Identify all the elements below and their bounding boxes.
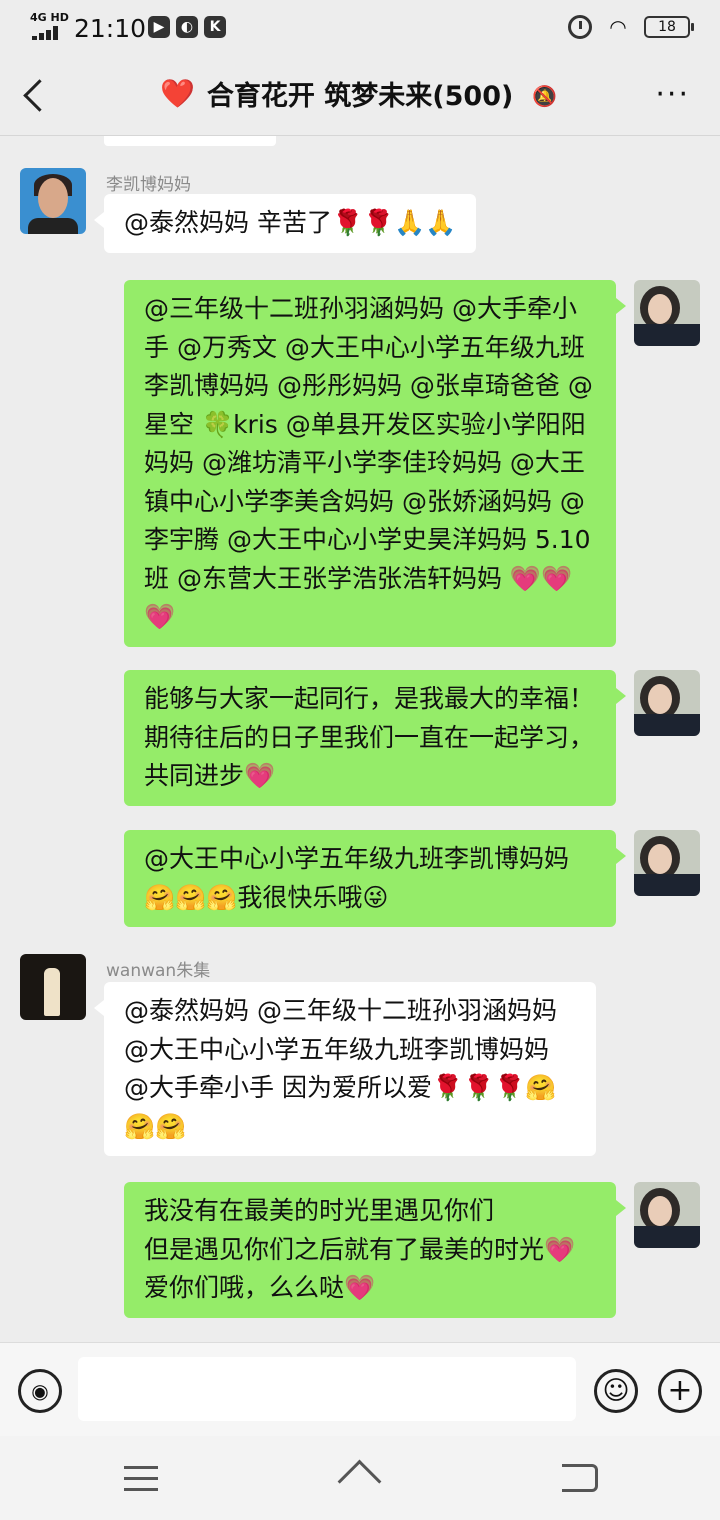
video-app-icon: ▶ [148, 16, 170, 38]
system-back-button[interactable] [562, 1464, 598, 1492]
message-bubble[interactable]: @泰然妈妈 @三年级十二班孙羽涵妈妈 @大王中心小学五年级九班李凯博妈妈 @大手… [94, 982, 596, 1156]
sender-name: wanwan朱集 [106, 961, 211, 981]
avatar-sender[interactable] [20, 954, 86, 1020]
avatar-self[interactable] [634, 280, 700, 346]
network-indicator: 4G HD [30, 11, 69, 24]
message-bubble[interactable]: 能够与大家一起同行，是我最大的幸福！期待往后的日子里我们一直在一起学习，共同进步… [124, 670, 626, 806]
battery-icon: 18 [644, 16, 694, 38]
voice-input-button[interactable]: ◉ [18, 1369, 62, 1413]
input-bar: ◉ ☺ + [0, 1342, 720, 1436]
avatar-sender[interactable] [20, 168, 86, 234]
avatar-self[interactable] [634, 670, 700, 736]
heart-icon: ❤️ [160, 77, 195, 110]
status-bar: 4G HD 21:10 ▶ ◐ K ◠ 18 [0, 0, 720, 56]
voice-icon: ◉ [31, 1379, 49, 1403]
clock: 21:10 [74, 14, 147, 43]
group-name: 合育花开 筑梦未来(500) [206, 81, 514, 112]
chat-title: ❤️ 合育花开 筑梦未来(500) [160, 74, 530, 113]
message-bubble[interactable]: @泰然妈妈 辛苦了🌹🌹🙏🙏 [93, 194, 477, 253]
message-input[interactable] [78, 1357, 576, 1421]
message-bubble[interactable]: @大王中心小学五年级九班李凯博妈妈 🤗🤗🤗我很快乐哦😜 [124, 830, 626, 927]
sender-name: 李凯博妈妈 [106, 175, 191, 195]
chat-messages[interactable]: 李凯博妈妈 @泰然妈妈 辛苦了🌹🌹🙏🙏 @三年级十二班孙羽涵妈妈 @大手牵小手 … [0, 136, 720, 1342]
previous-message-bubble [104, 136, 276, 146]
signal-icon [32, 26, 62, 40]
browser-app-icon: ◐ [176, 16, 198, 38]
emoji-button[interactable]: ☺ [594, 1369, 638, 1413]
recent-apps-button[interactable] [124, 1466, 158, 1492]
message-bubble[interactable]: 我没有在最美的时光里遇见你们 但是遇见你们之后就有了最美的时光💗爱你们哦，么么哒… [124, 1182, 626, 1318]
chat-header: ❤️ 合育花开 筑梦未来(500) 🔕 ··· [0, 56, 720, 136]
alarm-icon [568, 15, 592, 39]
home-button[interactable] [336, 1460, 384, 1496]
k-app-icon: K [204, 16, 226, 38]
avatar-self[interactable] [634, 830, 700, 896]
system-nav-bar [0, 1436, 720, 1520]
notification-icons: ▶ ◐ K [148, 16, 226, 38]
more-functions-button[interactable]: + [658, 1369, 702, 1413]
avatar-self[interactable] [634, 1182, 700, 1248]
status-right: ◠ 18 [568, 15, 694, 39]
back-button[interactable] [22, 78, 50, 114]
mute-bell-icon: 🔕 [532, 84, 557, 108]
message-bubble[interactable]: @三年级十二班孙羽涵妈妈 @大手牵小手 @万秀文 @大王中心小学五年级九班李凯博… [124, 280, 626, 647]
more-options-button[interactable]: ··· [655, 80, 690, 110]
wifi-icon: ◠ [609, 15, 627, 39]
smile-icon: ☺ [602, 1376, 630, 1406]
